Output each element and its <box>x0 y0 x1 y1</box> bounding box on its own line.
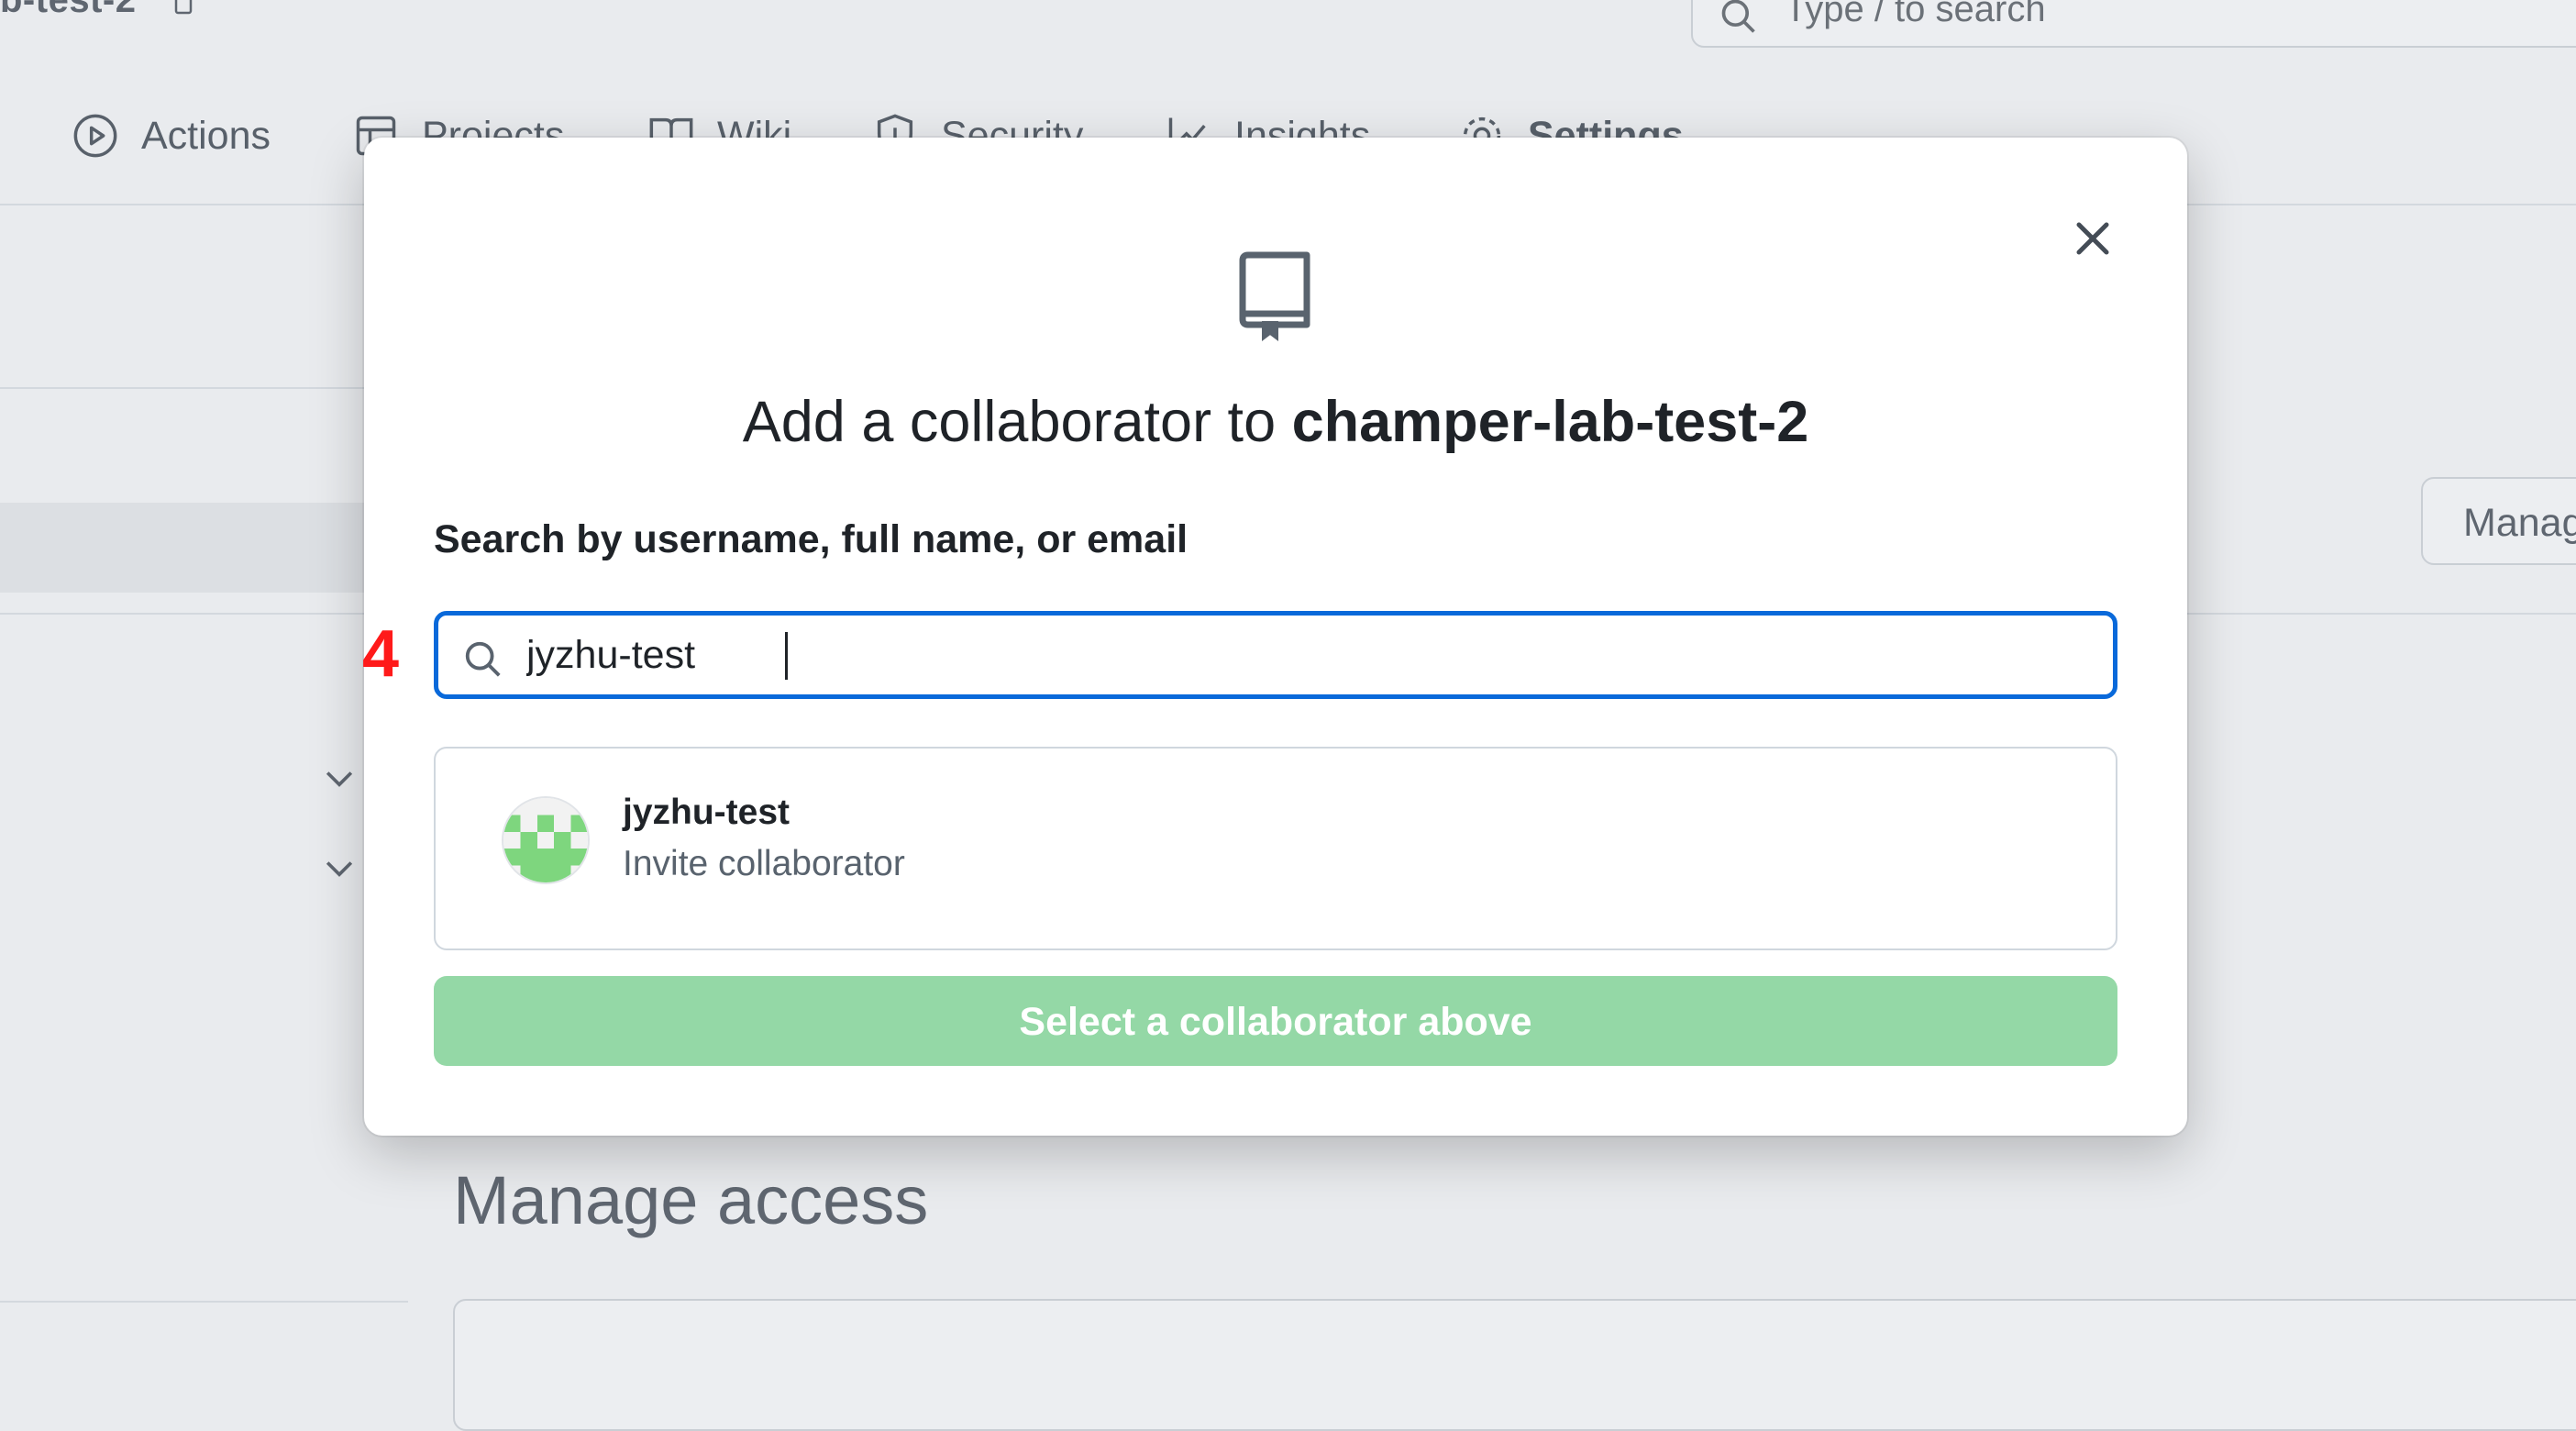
tab-actions-label: Actions <box>141 113 271 158</box>
tab-actions[interactable]: Actions <box>72 112 271 160</box>
global-search-box[interactable]: Type / to search <box>1691 0 2576 48</box>
chevron-down-icon[interactable] <box>319 758 359 798</box>
search-icon <box>1721 0 1755 33</box>
collaborator-search-input[interactable] <box>526 616 2085 694</box>
repo-icon <box>1239 251 1310 341</box>
search-label: Search by username, full name, or email <box>434 517 1188 561</box>
sidebar-item-selected[interactable] <box>0 503 367 593</box>
repo-name: b-test-2 <box>0 0 137 20</box>
sidebar-divider <box>0 1301 408 1303</box>
dialog-title: Add a collaborator to champer-lab-test-2 <box>364 389 2187 455</box>
add-collaborator-dialog: Add a collaborator to champer-lab-test-2… <box>362 138 2187 1136</box>
text-caret <box>785 632 788 680</box>
step-marker: 4 <box>362 617 400 691</box>
sidebar-divider <box>0 387 367 389</box>
search-result-item[interactable]: jyzhu-test Invite collaborator <box>436 749 2116 948</box>
search-placeholder: Type / to search <box>1785 0 2046 29</box>
avatar <box>502 796 590 884</box>
play-circle-icon <box>73 114 117 158</box>
dialog-title-repo: champer-lab-test-2 <box>1291 390 1809 454</box>
chevron-down-icon[interactable] <box>319 848 359 888</box>
collaborator-search-field[interactable] <box>434 611 2117 699</box>
result-username: jyzhu-test <box>623 793 790 832</box>
identicon-avatar-icon <box>503 798 588 882</box>
copy-icon[interactable] <box>172 0 194 15</box>
dialog-title-prefix: Add a collaborator to <box>742 390 1292 454</box>
manage-button[interactable]: Manag <box>2421 477 2576 565</box>
search-results-list: jyzhu-test Invite collaborator <box>434 747 2117 950</box>
result-action: Invite collaborator <box>623 844 905 883</box>
search-icon <box>465 641 501 677</box>
add-collaborator-button[interactable]: Select a collaborator above <box>434 976 2117 1066</box>
manage-access-heading: Manage access <box>453 1162 929 1238</box>
manage-access-box <box>453 1299 2576 1431</box>
close-icon[interactable] <box>2065 211 2120 266</box>
